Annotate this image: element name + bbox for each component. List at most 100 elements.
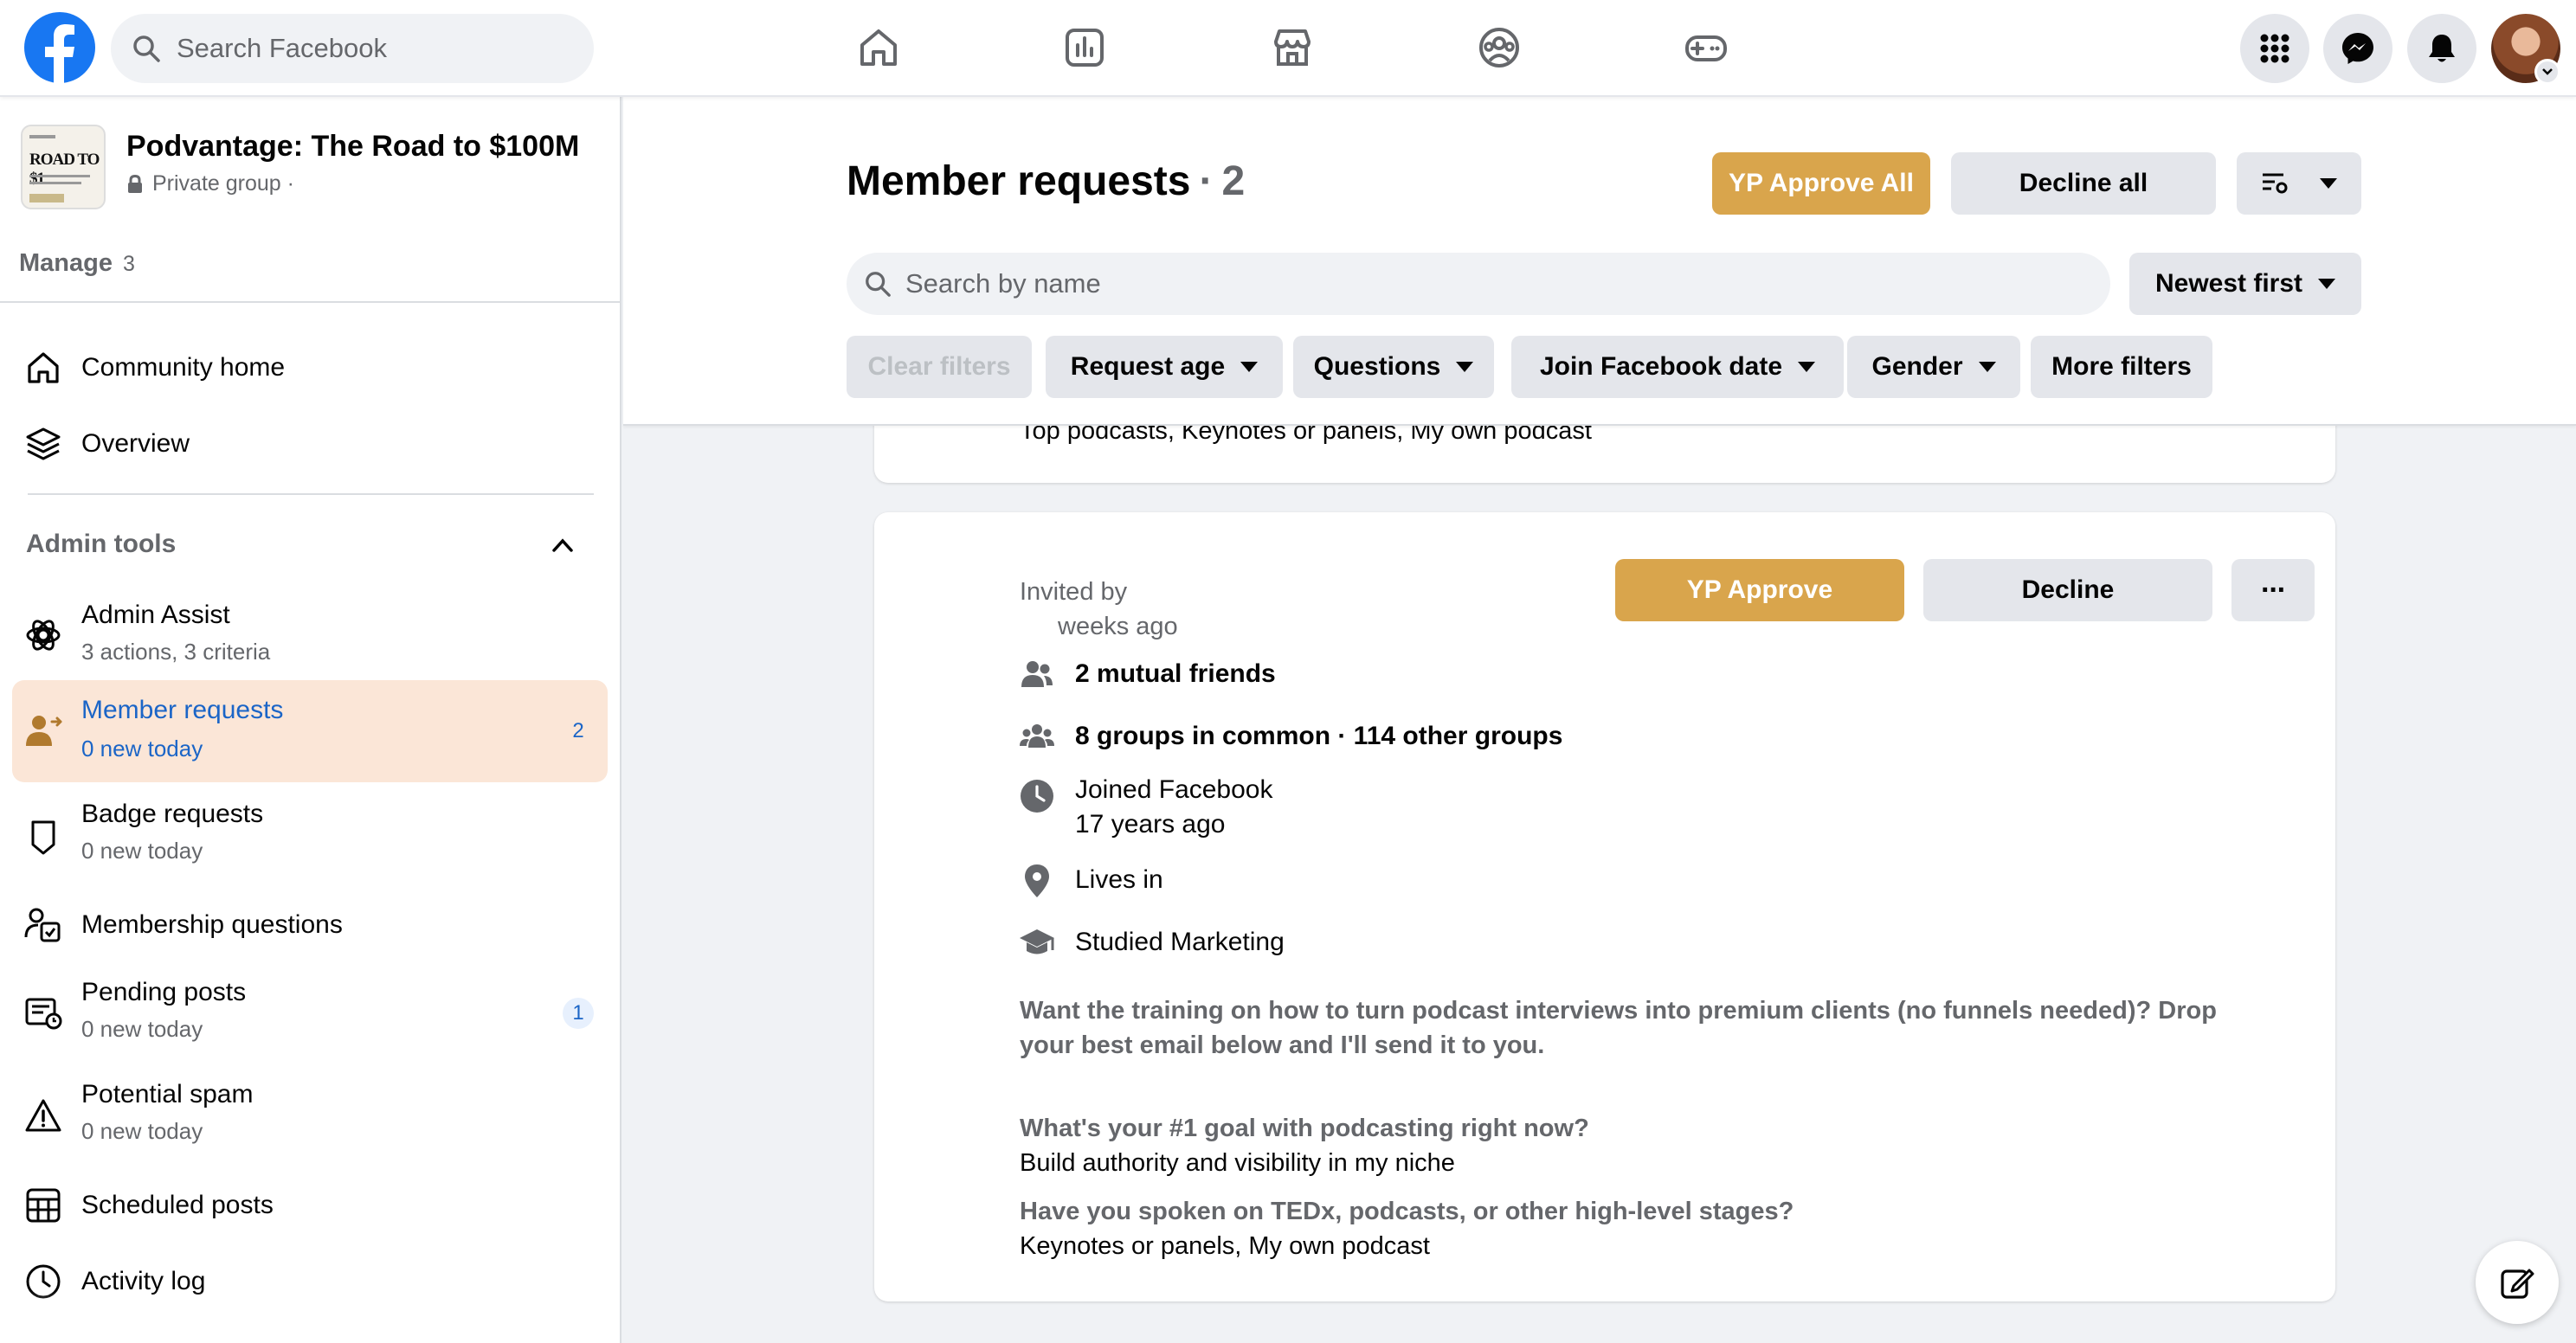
top-navigation-bar: Search Facebook — [0, 0, 2576, 97]
search-by-name-input[interactable]: Search by name — [847, 253, 2110, 315]
sidebar-item-sub: 0 new today — [81, 1118, 203, 1144]
groups-in-common[interactable]: 8 groups in common · 114 other groups — [1075, 722, 1562, 751]
page-title: Member requests · 2 — [847, 157, 1245, 205]
sidebar-item-membership-questions[interactable]: Membership questions — [12, 895, 608, 955]
join-facebook-date-filter[interactable]: Join Facebook date — [1511, 336, 1844, 398]
questions-filter[interactable]: Questions — [1293, 336, 1494, 398]
title-separator: · — [1199, 158, 1214, 204]
group-privacy-label: Private group · — [152, 171, 294, 196]
thumb-line — [29, 175, 90, 177]
request-age-filter[interactable]: Request age — [1046, 336, 1283, 398]
divider — [0, 301, 620, 303]
count-badge: 1 — [563, 998, 594, 1029]
question-1: What's your #1 goal with podcasting righ… — [1020, 1115, 1589, 1142]
chevron-down-icon — [1978, 362, 1996, 372]
joined-facebook-time: 17 years ago — [1075, 810, 1226, 839]
filter-settings-icon — [2263, 173, 2288, 194]
mutual-friends[interactable]: 2 mutual friends — [1075, 659, 1276, 689]
messenger-icon — [2342, 33, 2373, 64]
education-icon — [1020, 929, 1054, 954]
compose-icon — [2501, 1269, 2534, 1299]
sidebar-item-potential-spam[interactable]: Potential spam 0 new today — [12, 1070, 608, 1161]
notifications-button[interactable] — [2407, 14, 2476, 83]
chevron-up-icon[interactable] — [547, 530, 578, 561]
calendar-icon — [26, 1188, 61, 1223]
promo-line: Want the training on how to turn podcast… — [1020, 997, 2217, 1025]
menu-grid-icon — [2260, 34, 2289, 63]
approve-all-button[interactable]: YP Approve All — [1712, 152, 1930, 215]
settings-dropdown-button[interactable] — [2237, 152, 2361, 215]
chevron-down-icon — [1456, 362, 1474, 372]
chevron-down-icon — [2320, 178, 2337, 189]
menu-grid-button[interactable] — [2240, 14, 2309, 83]
marketplace-icon[interactable] — [1269, 24, 1316, 71]
approve-button[interactable]: YP Approve — [1615, 559, 1904, 621]
search-icon — [866, 272, 891, 297]
group-name[interactable]: Podvantage: The Road to $100M — [126, 130, 579, 164]
decline-button[interactable]: Decline — [1923, 559, 2212, 621]
filter-label: Request age — [1070, 352, 1226, 381]
facebook-logo-icon[interactable] — [24, 12, 95, 83]
group-cover-thumbnail[interactable]: ROAD TO $1 — [21, 125, 106, 209]
messenger-button[interactable] — [2323, 14, 2392, 83]
more-filters-button[interactable]: More filters — [2031, 336, 2212, 398]
thumb-block — [29, 194, 64, 202]
pages-icon[interactable] — [1061, 24, 1108, 71]
compose-button[interactable] — [2476, 1241, 2559, 1324]
location-pin-icon — [1025, 864, 1049, 897]
question-2: Have you spoken on TEDx, podcasts, or ot… — [1020, 1198, 1794, 1225]
home-icon[interactable] — [855, 24, 902, 71]
answer-1: Build authority and visibility in my nic… — [1020, 1149, 1455, 1177]
lock-icon — [128, 174, 142, 193]
sidebar-fade — [0, 1291, 620, 1343]
sort-label: Newest first — [2154, 269, 2303, 298]
member-request-card: Invited by weeks ago YP Approve Decline … — [874, 512, 2335, 1301]
admin-tools-heading: Admin tools — [26, 530, 177, 558]
more-options-button[interactable]: ··· — [2231, 559, 2315, 621]
sidebar-item-label: Pending posts — [81, 978, 247, 1006]
sidebar-item-label: Member requests — [81, 696, 284, 724]
invited-by-label: Invited by — [1020, 578, 1128, 606]
decline-all-button[interactable]: Decline all — [1951, 152, 2216, 215]
warning-icon — [25, 1099, 61, 1132]
promo-line: your best email below and I'll send it t… — [1020, 1031, 1545, 1059]
sidebar-item-scheduled-posts[interactable]: Scheduled posts — [12, 1175, 608, 1236]
admin-assist-icon — [26, 620, 61, 651]
chevron-down-icon — [2542, 68, 2553, 75]
manage-label: Manage — [19, 249, 113, 277]
sidebar-item-community-home[interactable]: Community home — [12, 337, 608, 398]
sidebar-item-label: Badge requests — [81, 800, 264, 828]
request-count: 2 — [1221, 158, 1246, 204]
sidebar-item-badge-requests[interactable]: Badge requests 0 new today — [12, 789, 608, 881]
sort-dropdown[interactable]: Newest first — [2129, 253, 2361, 315]
facebook-search-input[interactable]: Search Facebook — [111, 14, 594, 83]
sidebar-item-sub: 0 new today — [81, 1016, 203, 1042]
search-placeholder: Search Facebook — [177, 33, 387, 63]
gaming-icon[interactable] — [1683, 24, 1729, 71]
groups-icon[interactable] — [1476, 24, 1523, 71]
member-requests-icon — [26, 716, 62, 746]
answer-2: Keynotes or panels, My own podcast — [1020, 1232, 1430, 1260]
member-requests-header: Member requests · 2 YP Approve All Decline… — [623, 97, 2576, 426]
account-menu-button[interactable] — [2534, 59, 2560, 85]
manage-heading: Manage 3 — [19, 249, 135, 278]
admin-sidebar: ROAD TO $1 Podvantage: The Road to $100M… — [0, 97, 621, 1343]
layers-icon — [26, 427, 61, 460]
pending-posts-icon — [25, 998, 62, 1030]
clear-filters-button[interactable]: Clear filters — [847, 336, 1032, 398]
sidebar-item-label: Overview — [81, 429, 190, 458]
sidebar-item-overview[interactable]: Overview — [12, 414, 608, 474]
gender-filter[interactable]: Gender — [1847, 336, 2020, 398]
chevron-down-icon — [1798, 362, 1816, 372]
sidebar-item-pending-posts[interactable]: Pending posts 0 new today 1 — [12, 967, 608, 1059]
search-placeholder: Search by name — [905, 268, 1101, 299]
joined-facebook-label: Joined Facebook — [1075, 775, 1273, 804]
friends-icon — [1021, 661, 1053, 687]
thumb-line — [29, 182, 81, 184]
divider — [28, 493, 594, 495]
sidebar-item-admin-assist[interactable]: Admin Assist 3 actions, 3 criteria — [12, 590, 608, 682]
manage-count: 3 — [122, 252, 135, 276]
sidebar-item-member-requests[interactable]: Member requests 0 new today 2 — [12, 680, 608, 782]
filter-label: Questions — [1313, 352, 1441, 381]
count-badge: 2 — [572, 719, 584, 742]
